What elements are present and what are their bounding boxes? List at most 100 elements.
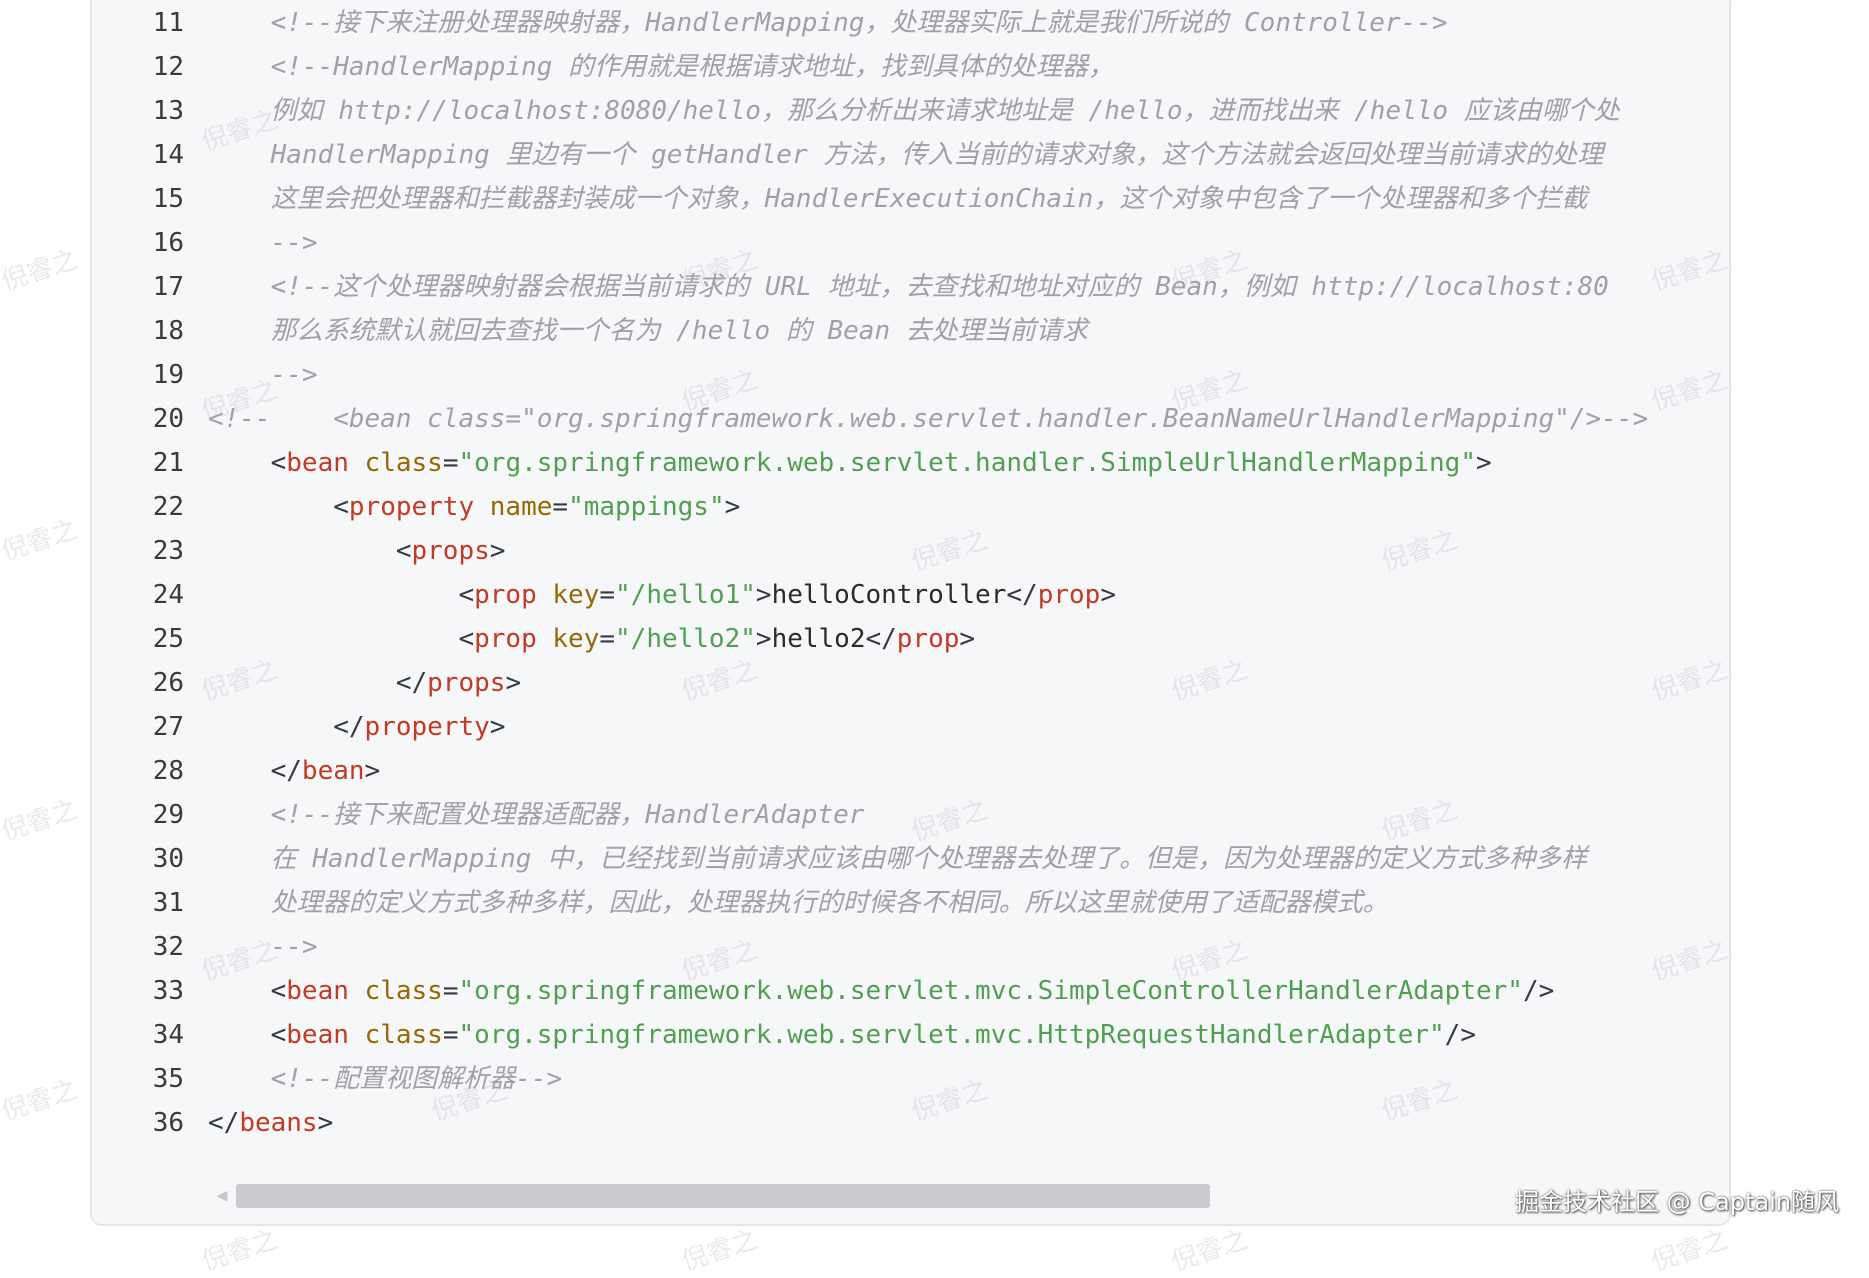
code-token: prop <box>474 580 537 610</box>
code-token: </ <box>208 668 428 698</box>
code-line: 35 <!--配置视图解析器--> <box>92 1057 1692 1101</box>
code-token: --> <box>208 228 318 258</box>
line-code: <!--接下来配置处理器适配器，HandlerAdapter <box>208 793 1684 837</box>
line-code: </property> <box>208 705 1684 749</box>
line-code: <props> <box>208 529 1684 573</box>
code-token: </ <box>1006 580 1038 610</box>
line-number: 19 <box>152 360 184 390</box>
code-line: 26 </props> <box>92 661 1692 705</box>
code-token: < <box>208 536 412 566</box>
code-token: props <box>427 668 506 698</box>
code-token: bean <box>286 976 349 1006</box>
code-token: props <box>411 536 490 566</box>
code-token: "mappings" <box>568 492 725 522</box>
line-number: 25 <box>152 624 184 654</box>
line-number: 30 <box>152 844 184 874</box>
code-token: key <box>552 580 600 610</box>
watermark-text: 倪睿之 <box>0 794 82 848</box>
code-token: helloController <box>771 580 1007 610</box>
line-code: </beans> <box>208 1101 1684 1145</box>
code-token: 处理器的定义方式多种多样，因此，处理器执行的时候各不相同。所以这里就使用了适配器… <box>208 888 1389 918</box>
line-code: <!--HandlerMapping 的作用就是根据请求地址，找到具体的处理器， <box>208 45 1684 89</box>
code-token: <!--这个处理器映射器会根据当前请求的 URL 地址，去查找和地址对应的 Be… <box>208 272 1609 302</box>
code-line: 28 </bean> <box>92 749 1692 793</box>
code-line: 22 <property name="mappings"> <box>92 485 1692 529</box>
line-code: 处理器的定义方式多种多样，因此，处理器执行的时候各不相同。所以这里就使用了适配器… <box>208 881 1684 925</box>
line-number: 18 <box>152 316 184 346</box>
code-token: < <box>208 1020 287 1050</box>
line-code: <bean class="org.springframework.web.ser… <box>208 441 1684 485</box>
code-line: 17 <!--这个处理器映射器会根据当前请求的 URL 地址，去查找和地址对应的… <box>92 265 1692 309</box>
code-line: 25 <prop key="/hello2">hello2</prop> <box>92 617 1692 661</box>
line-number: 11 <box>152 8 184 38</box>
line-number: 33 <box>152 976 184 1006</box>
line-number: 12 <box>152 52 184 82</box>
code-token: > <box>1100 580 1116 610</box>
code-line: 13 例如 http://localhost:8080/hello，那么分析出来… <box>92 89 1692 133</box>
scroll-left-arrow-icon[interactable]: ◀ <box>212 1186 232 1206</box>
code-token: /> <box>1522 976 1555 1006</box>
code-token: 那么系统默认就回去查找一个名为 /hello 的 Bean 去处理当前请求 <box>208 316 1088 346</box>
code-token: class <box>364 1020 443 1050</box>
footer-credit: 掘金技术社区 @ Captain随风 <box>1515 1188 1839 1216</box>
line-number: 35 <box>152 1064 184 1094</box>
code-token: </ <box>208 756 302 786</box>
code-token: = <box>599 624 616 654</box>
line-code: </props> <box>208 661 1684 705</box>
code-token: property <box>348 492 475 522</box>
code-token: > <box>755 624 772 654</box>
line-number: 16 <box>152 228 184 258</box>
code-token: > <box>505 668 522 698</box>
code-lines: 11 <!--接下来注册处理器映射器，HandlerMapping，处理器实际上… <box>92 1 1692 1145</box>
code-token: > <box>755 580 772 610</box>
line-code: <prop key="/hello1">helloController</pro… <box>208 573 1684 617</box>
horizontal-scrollbar[interactable]: ◀ <box>212 1184 1712 1208</box>
code-line: 14 HandlerMapping 里边有一个 getHandler 方法，传入… <box>92 133 1692 177</box>
line-code: --> <box>208 353 1684 397</box>
line-code: </bean> <box>208 749 1684 793</box>
line-code: <property name="mappings"> <box>208 485 1684 529</box>
code-line: 19 --> <box>92 353 1692 397</box>
scrollbar-thumb[interactable] <box>236 1184 1210 1208</box>
code-line: 21 <bean class="org.springframework.web.… <box>92 441 1692 485</box>
code-token: bean <box>286 1020 349 1050</box>
code-token: > <box>1475 448 1492 478</box>
line-number: 23 <box>152 536 184 566</box>
code-token: --> <box>208 932 318 962</box>
code-token: beans <box>239 1108 318 1138</box>
code-token: bean <box>286 448 349 478</box>
code-token: </ <box>208 1108 240 1138</box>
code-token: <!--HandlerMapping 的作用就是根据请求地址，找到具体的处理器， <box>208 52 1115 82</box>
line-number: 17 <box>152 272 184 302</box>
code-token: > <box>364 756 381 786</box>
line-code: <!--这个处理器映射器会根据当前请求的 URL 地址，去查找和地址对应的 Be… <box>208 265 1684 309</box>
code-token: class <box>364 976 443 1006</box>
code-line: 27 </property> <box>92 705 1692 749</box>
watermark-text: 倪睿之 <box>0 514 82 568</box>
code-line: 33 <bean class="org.springframework.web.… <box>92 969 1692 1013</box>
code-token: key <box>552 624 600 654</box>
code-token: property <box>364 712 490 742</box>
code-line: 23 <props> <box>92 529 1692 573</box>
code-line: 34 <bean class="org.springframework.web.… <box>92 1013 1692 1057</box>
line-code: <!--接下来注册处理器映射器，HandlerMapping，处理器实际上就是我… <box>208 1 1684 45</box>
code-token: <!-- <bean class="org.springframework.we… <box>208 404 1649 434</box>
code-line: 16 --> <box>92 221 1692 265</box>
code-token: "org.springframework.web.servlet.handler… <box>458 448 1476 478</box>
code-line: 29 <!--接下来配置处理器适配器，HandlerAdapter <box>92 793 1692 837</box>
line-number: 29 <box>152 800 184 830</box>
line-code: 那么系统默认就回去查找一个名为 /hello 的 Bean 去处理当前请求 <box>208 309 1684 353</box>
code-token: 例如 http://localhost:8080/hello，那么分析出来请求地… <box>208 96 1620 126</box>
code-token: hello2 <box>771 624 866 654</box>
line-number: 24 <box>152 580 184 610</box>
code-token: "/hello2" <box>615 624 756 654</box>
line-number: 15 <box>152 184 184 214</box>
code-token: = <box>599 580 616 610</box>
code-token: > <box>724 492 741 522</box>
line-number: 20 <box>152 404 184 434</box>
code-token: > <box>317 1108 334 1138</box>
